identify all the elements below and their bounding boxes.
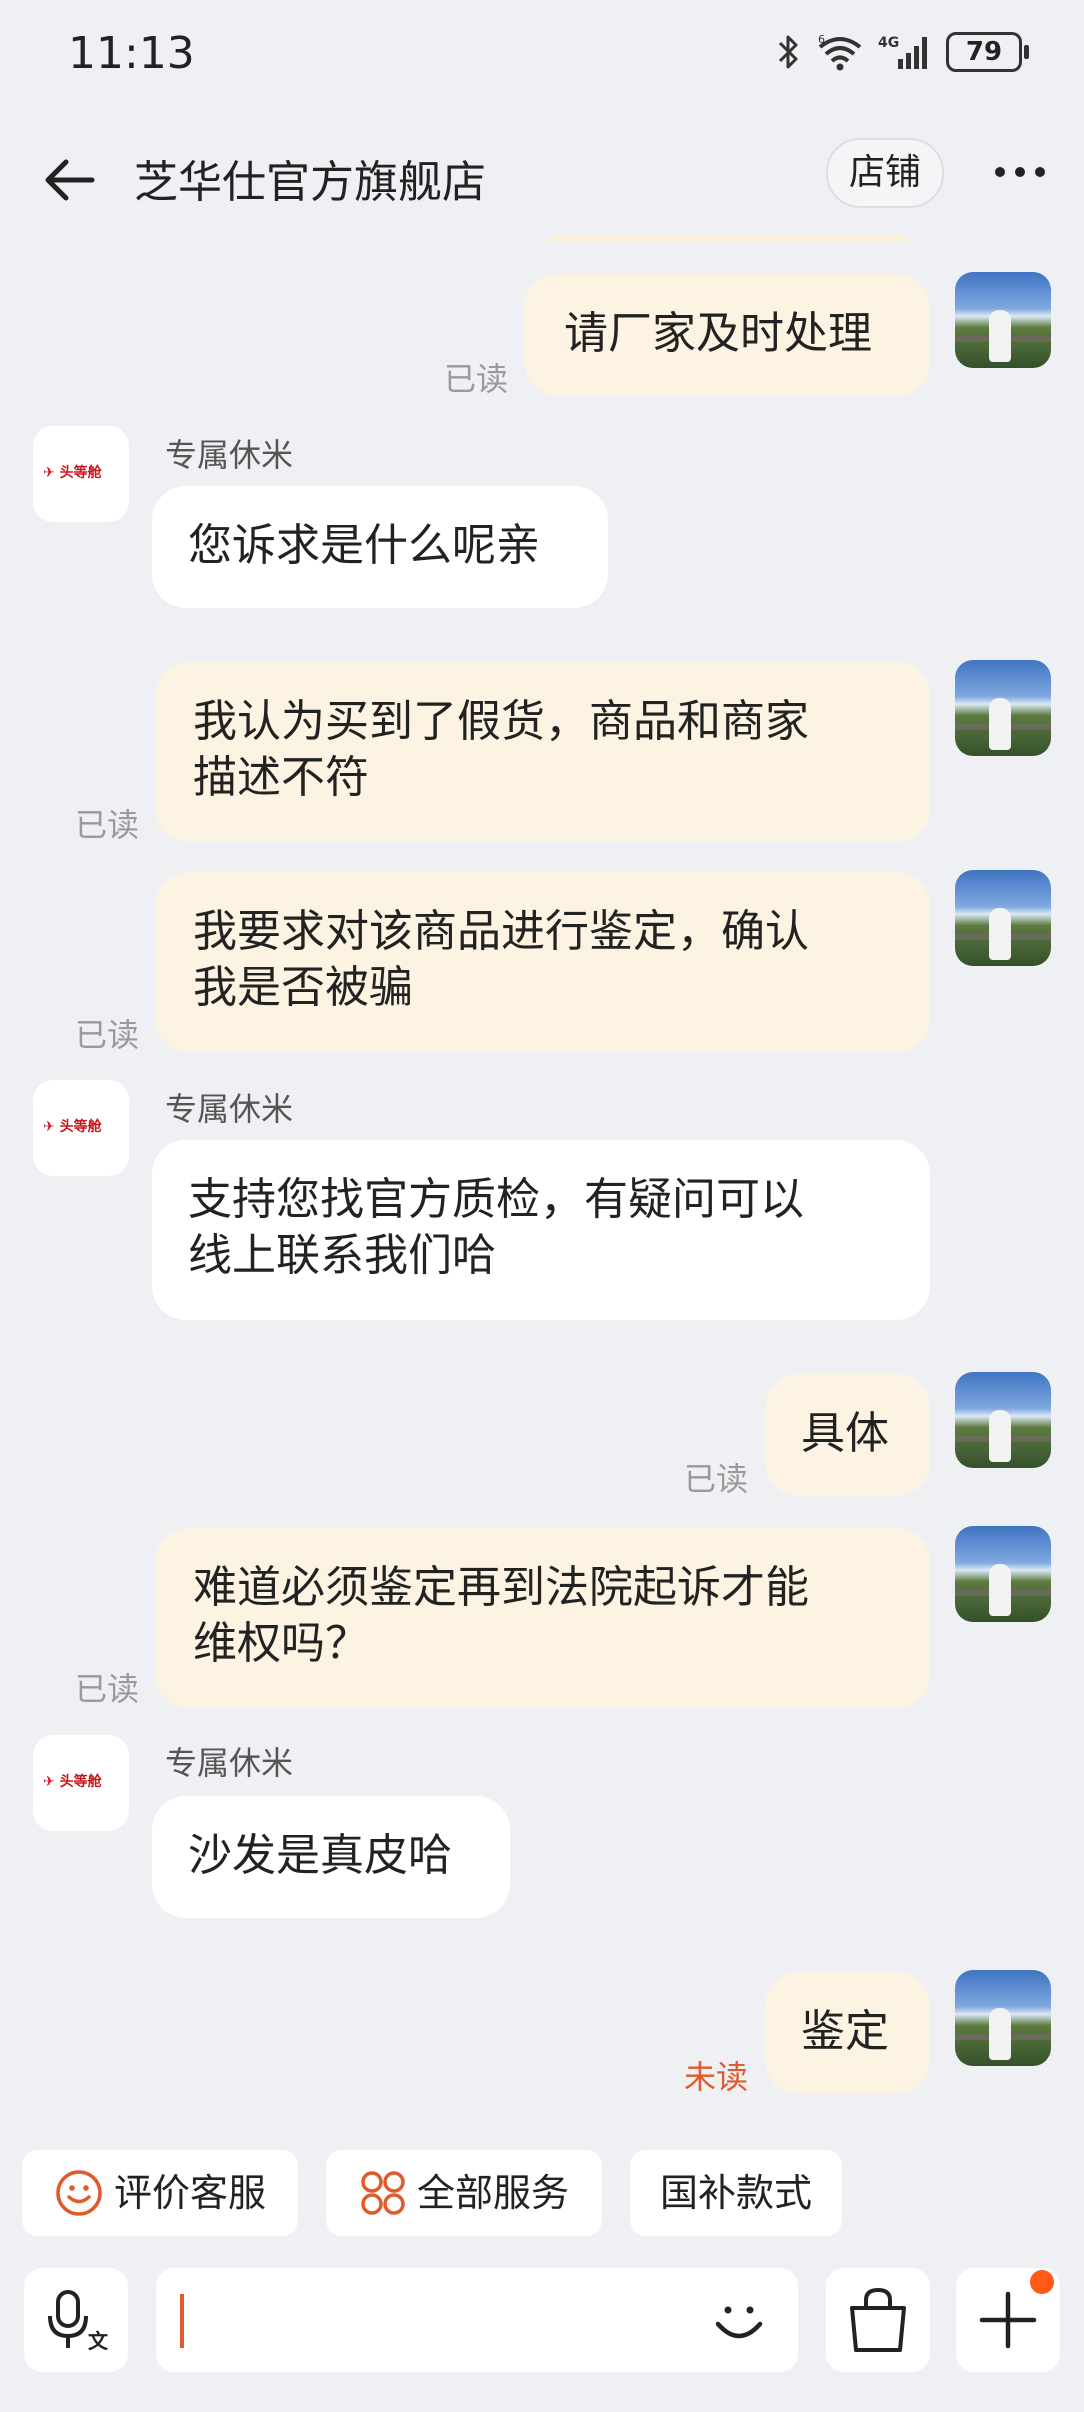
message-input[interactable] <box>156 2268 798 2372</box>
message-text: 沙发是真皮哈 <box>188 1830 452 1881</box>
user-avatar[interactable] <box>955 1526 1051 1622</box>
shop-logo: ✈ 头等舱 <box>43 1119 102 1135</box>
read-status: 已读 <box>444 360 509 398</box>
bluetooth-icon <box>778 35 798 69</box>
shopping-bag-icon <box>850 2287 906 2352</box>
emoji-icon[interactable] <box>704 2286 774 2356</box>
grid-icon <box>361 2171 405 2215</box>
text-caret <box>180 2294 184 2348</box>
shop-avatar[interactable]: ✈ 头等舱 <box>33 426 129 522</box>
read-status: 已读 <box>75 1016 140 1054</box>
smile-icon <box>56 2170 102 2216</box>
message-bubble[interactable]: 鉴定 <box>765 1972 930 2094</box>
more-options-button[interactable] <box>990 150 1050 194</box>
user-avatar[interactable] <box>955 272 1051 368</box>
svg-text:6: 6 <box>818 33 825 46</box>
sender-name: 专属休米 <box>165 436 294 474</box>
message-bubble[interactable]: 您诉求是什么呢亲 <box>152 486 608 608</box>
more-icon <box>995 167 1045 177</box>
message-bubble[interactable]: 沙发是真皮哈 <box>152 1796 510 1918</box>
voice-sub-label: 文 <box>88 2329 109 2353</box>
user-avatar[interactable] <box>955 870 1051 966</box>
message-line: 支持您找官方质检，有疑问可以 <box>188 1174 804 1225</box>
previous-message-edge <box>548 236 908 242</box>
message-text: 您诉求是什么呢亲 <box>188 520 540 571</box>
shop-logo: ✈ 头等舱 <box>43 1774 102 1790</box>
user-avatar[interactable] <box>955 1372 1051 1468</box>
shop-avatar[interactable]: ✈ 头等舱 <box>33 1735 129 1831</box>
message-bubble[interactable]: 具体 <box>765 1374 930 1496</box>
message-line: 维权吗？ <box>193 1618 369 1669</box>
rate-service-chip[interactable]: 评价客服 <box>22 2150 298 2236</box>
chip-label: 评价客服 <box>113 2171 266 2215</box>
shop-logo: ✈ 头等舱 <box>43 465 102 481</box>
signal-icon: 4G <box>878 35 927 69</box>
voice-input-button[interactable]: 文 <box>24 2268 128 2372</box>
network-type: 4G <box>878 35 899 51</box>
message-text: 请厂家及时处理 <box>564 308 872 359</box>
wifi-icon: 6 <box>818 33 862 71</box>
sender-name: 专属休米 <box>165 1090 294 1128</box>
message-bubble[interactable]: 请厂家及时处理 <box>524 274 930 396</box>
status-bar: 11:13 6 4G 79 <box>0 0 1084 110</box>
read-status: 已读 <box>75 806 140 844</box>
microphone-icon: 文 <box>48 2290 109 2353</box>
message-text: 鉴定 <box>801 2006 889 2057</box>
user-avatar[interactable] <box>955 1970 1051 2066</box>
products-button[interactable] <box>826 2268 930 2372</box>
status-time: 11:13 <box>68 28 195 79</box>
all-services-chip[interactable]: 全部服务 <box>326 2150 602 2236</box>
battery-indicator: 79 <box>946 32 1029 72</box>
back-arrow-icon <box>45 159 95 201</box>
shop-avatar[interactable]: ✈ 头等舱 <box>33 1080 129 1176</box>
message-line: 我要求对该商品进行鉴定，确认 <box>193 906 809 957</box>
message-bubble[interactable]: 支持您找官方质检，有疑问可以 线上联系我们哈 <box>152 1140 930 1320</box>
message-line: 我认为买到了假货，商品和商家 <box>193 696 809 747</box>
chip-label: 全部服务 <box>416 2171 569 2215</box>
notification-dot <box>1030 2270 1054 2294</box>
read-status: 已读 <box>75 1670 140 1708</box>
message-bubble[interactable]: 我认为买到了假货，商品和商家 描述不符 <box>155 662 930 842</box>
status-icons: 6 4G 79 <box>776 32 1029 72</box>
national-subsidy-chip[interactable]: 国补款式 <box>630 2150 842 2236</box>
message-line: 线上联系我们哈 <box>188 1230 496 1281</box>
message-line: 描述不符 <box>193 752 369 803</box>
message-text: 具体 <box>801 1408 889 1459</box>
back-button[interactable] <box>40 150 100 210</box>
user-avatar[interactable] <box>955 660 1051 756</box>
store-button[interactable]: 店铺 <box>826 138 944 208</box>
message-line: 我是否被骗 <box>193 962 413 1013</box>
chat-header: 芝华仕官方旗舰店 店铺 <box>0 110 1084 240</box>
message-bubble[interactable]: 难道必须鉴定再到法院起诉才能 维权吗？ <box>155 1528 930 1708</box>
page-title: 芝华仕官方旗舰店 <box>134 157 486 208</box>
chip-label: 国补款式 <box>659 2171 812 2215</box>
message-bubble[interactable]: 我要求对该商品进行鉴定，确认 我是否被骗 <box>155 872 930 1052</box>
message-line: 难道必须鉴定再到法院起诉才能 <box>193 1562 809 1613</box>
sender-name: 专属休米 <box>165 1744 294 1782</box>
unread-status: 未读 <box>684 2058 749 2096</box>
read-status: 已读 <box>684 1460 749 1498</box>
